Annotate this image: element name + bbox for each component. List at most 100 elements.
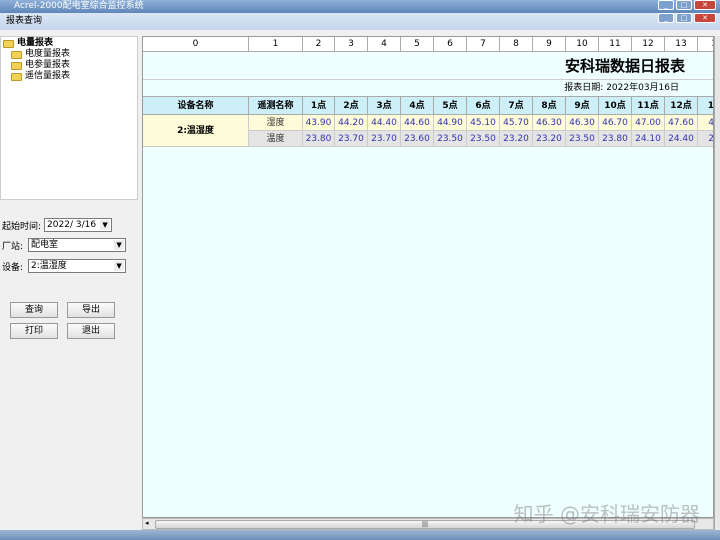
tree-root[interactable]: 电量报表 bbox=[3, 38, 135, 49]
column-header: 4点 bbox=[401, 97, 434, 115]
value-cell: 23.80 bbox=[599, 131, 632, 147]
chevron-down-icon[interactable]: ▼ bbox=[114, 261, 124, 271]
report-date: 报表日期: 2022年03月16日 bbox=[143, 80, 714, 97]
column-number-header: 5 bbox=[401, 37, 434, 52]
menu-report-query[interactable]: 报表查询 bbox=[6, 16, 42, 26]
start-date-value: 2022/ 3/16 bbox=[47, 220, 96, 230]
query-button[interactable]: 查询 bbox=[10, 302, 58, 318]
value-cell: 23.80 bbox=[303, 131, 335, 147]
start-time-label: 起始时间: bbox=[2, 219, 41, 232]
report-tree: 电量报表 电度量报表 电参量报表 遥信量报表 bbox=[0, 36, 138, 200]
column-number-header: 1 bbox=[698, 37, 714, 52]
column-header: 6点 bbox=[467, 97, 500, 115]
value-cell: 24.40 bbox=[665, 131, 698, 147]
column-header: 11点 bbox=[632, 97, 665, 115]
column-header: 10点 bbox=[599, 97, 632, 115]
value-cell: 23.60 bbox=[401, 131, 434, 147]
column-header: 8点 bbox=[533, 97, 566, 115]
value-cell: 45.10 bbox=[467, 115, 500, 131]
value-cell: 44.90 bbox=[434, 115, 467, 131]
value-cell: 23.50 bbox=[434, 131, 467, 147]
column-header: 12点 bbox=[665, 97, 698, 115]
start-date-picker[interactable]: 2022/ 3/16 ▼ bbox=[44, 218, 112, 232]
device-label: 设备: bbox=[2, 260, 23, 273]
column-number-header: 3 bbox=[335, 37, 368, 52]
value-cell: 44.20 bbox=[335, 115, 368, 131]
title-bar: Acrel-2000配电室综合监控系统 _□✕ bbox=[0, 0, 720, 13]
folder-icon bbox=[3, 40, 14, 48]
export-button[interactable]: 导出 bbox=[67, 302, 115, 318]
tree-item[interactable]: 电度量报表 bbox=[3, 49, 135, 60]
station-select[interactable]: 配电室 ▼ bbox=[28, 238, 126, 252]
tree-item-label: 电度量报表 bbox=[25, 49, 70, 60]
watermark: 知乎 @安科瑞安防器 bbox=[514, 498, 700, 527]
value-cell: 23.50 bbox=[566, 131, 599, 147]
station-value: 配电室 bbox=[31, 240, 58, 250]
column-header: 5点 bbox=[434, 97, 467, 115]
child-close-button[interactable]: ✕ bbox=[694, 13, 716, 23]
device-name-cell: 2:温湿度 bbox=[143, 115, 249, 147]
tree-item[interactable]: 遥信量报表 bbox=[3, 71, 135, 82]
column-header: 2点 bbox=[335, 97, 368, 115]
value-cell: 23.70 bbox=[335, 131, 368, 147]
tree-item[interactable]: 电参量报表 bbox=[3, 60, 135, 71]
value-cell: 23.70 bbox=[368, 131, 401, 147]
column-number-header: 12 bbox=[632, 37, 665, 52]
folder-icon bbox=[11, 51, 22, 59]
report-grid: 安科瑞数据日报表 报表日期: 2022年03月16日 0123456789101… bbox=[142, 36, 714, 518]
station-label: 厂站: bbox=[2, 239, 23, 252]
report-title: 安科瑞数据日报表 bbox=[143, 52, 714, 80]
exit-button[interactable]: 退出 bbox=[67, 323, 115, 339]
column-header: 13 bbox=[698, 97, 714, 115]
value-cell: 48 bbox=[698, 115, 714, 131]
child-minimize-button[interactable]: _ bbox=[658, 13, 674, 23]
tree-item-label: 遥信量报表 bbox=[25, 71, 70, 82]
child-restore-button[interactable]: □ bbox=[676, 13, 692, 23]
print-button[interactable]: 打印 bbox=[10, 323, 58, 339]
maximize-button[interactable]: □ bbox=[676, 0, 692, 10]
minimize-button[interactable]: _ bbox=[658, 0, 674, 10]
left-panel: 电量报表 电度量报表 电参量报表 遥信量报表 起始时间:2022/ 3/16▼ … bbox=[0, 36, 140, 530]
value-cell: 44.40 bbox=[368, 115, 401, 131]
column-header: 3点 bbox=[368, 97, 401, 115]
column-number-header: 6 bbox=[434, 37, 467, 52]
measure-name-cell: 温度 bbox=[249, 131, 303, 147]
value-cell: 47.00 bbox=[632, 115, 665, 131]
chevron-down-icon[interactable]: ▼ bbox=[114, 240, 124, 250]
value-cell: 46.30 bbox=[533, 115, 566, 131]
column-number-header: 0 bbox=[143, 37, 249, 52]
window-title: Acrel-2000配电室综合监控系统 bbox=[14, 1, 144, 11]
folder-icon bbox=[11, 62, 22, 70]
column-header: 1点 bbox=[303, 97, 335, 115]
close-button[interactable]: ✕ bbox=[694, 0, 716, 10]
column-number-header: 4 bbox=[368, 37, 401, 52]
column-number-header: 8 bbox=[500, 37, 533, 52]
column-number-header: 1 bbox=[249, 37, 303, 52]
value-cell: 23.20 bbox=[533, 131, 566, 147]
value-cell: 45.70 bbox=[500, 115, 533, 131]
vertical-scrollbar[interactable] bbox=[714, 36, 720, 530]
column-header: 设备名称 bbox=[143, 97, 249, 115]
column-number-header: 13 bbox=[665, 37, 698, 52]
value-cell: 24.10 bbox=[632, 131, 665, 147]
column-number-header: 2 bbox=[303, 37, 335, 52]
tree-item-label: 电参量报表 bbox=[25, 60, 70, 71]
column-header: 遥测名称 bbox=[249, 97, 303, 115]
value-cell: 43.90 bbox=[303, 115, 335, 131]
column-number-header: 7 bbox=[467, 37, 500, 52]
column-header: 7点 bbox=[500, 97, 533, 115]
value-cell: 46.30 bbox=[566, 115, 599, 131]
column-number-header: 9 bbox=[533, 37, 566, 52]
column-header: 9点 bbox=[566, 97, 599, 115]
chevron-down-icon[interactable]: ▼ bbox=[100, 220, 110, 230]
value-cell: 24 bbox=[698, 131, 714, 147]
column-number-header: 11 bbox=[599, 37, 632, 52]
value-cell: 23.20 bbox=[500, 131, 533, 147]
device-select[interactable]: 2:温湿度▼ bbox=[28, 259, 126, 273]
menu-bar: 报表查询 bbox=[0, 13, 720, 30]
scroll-left-icon[interactable]: ◂ bbox=[145, 519, 149, 527]
status-bar bbox=[0, 530, 720, 540]
value-cell: 47.60 bbox=[665, 115, 698, 131]
value-cell: 46.70 bbox=[599, 115, 632, 131]
value-cell: 23.50 bbox=[467, 131, 500, 147]
